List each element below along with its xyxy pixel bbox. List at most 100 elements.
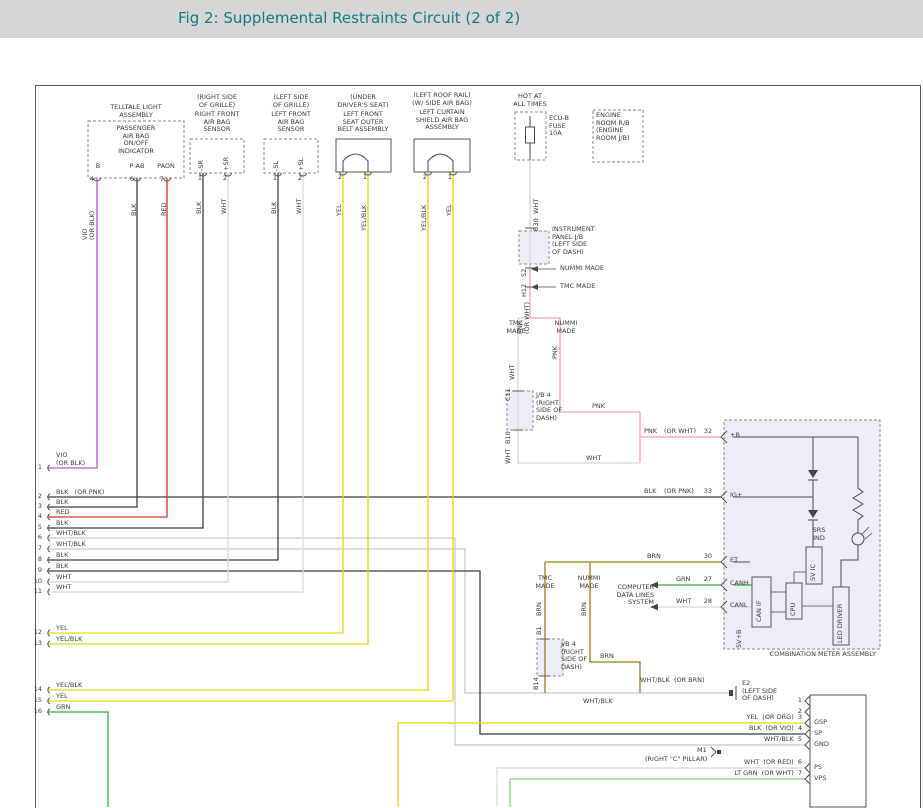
row-label: WHT	[56, 574, 71, 582]
row-number: 9	[28, 567, 42, 575]
pin-number: 1	[194, 175, 202, 183]
ic-5v-label: 5V IC	[810, 564, 817, 581]
wire-label-alt: (OR WHT)	[664, 428, 696, 436]
wire-yelblk-belt	[47, 172, 368, 644]
connector-b10: B10	[505, 431, 512, 444]
wire-label-yel: YEL	[336, 204, 343, 216]
wire-label: WHT	[676, 598, 691, 606]
telltale-title: TELLTALE LIGHT ASSEMBLY	[88, 104, 184, 119]
rf-sensor-title: RIGHT FRONT AIR BAG SENSOR	[186, 111, 248, 134]
arrow-left-icon	[531, 266, 538, 272]
bottom-right-connector-box	[810, 695, 866, 807]
telltale-desc: PASSENGER AIR BAG ON/OFF INDICATOR	[88, 125, 184, 156]
row-number: 2	[28, 493, 42, 501]
pin-number: 4	[86, 176, 94, 184]
wire-blk-vio	[47, 571, 806, 734]
wire-label-yelblk: YEL/BLK	[421, 205, 428, 231]
row-label: WHT/BLK	[56, 530, 86, 538]
bottom-pin-vps: VPS	[814, 775, 827, 783]
row-number: 1	[28, 464, 42, 472]
nummi-made-header: NUMMI MADE	[572, 575, 606, 590]
telltale-pin-paon: PAON	[155, 163, 177, 171]
pin-number: 2	[294, 175, 302, 183]
row-number: 12	[28, 629, 42, 637]
row-number: 5	[28, 524, 42, 532]
jb4-bottom-box	[537, 639, 563, 676]
seat-belt-squib-symbol	[343, 154, 368, 172]
wire-label-wht: WHT	[509, 365, 516, 380]
row-number: 16	[28, 708, 42, 716]
row-number: 10	[28, 578, 42, 586]
curtain-airbag-box	[414, 139, 470, 172]
wire-label-blk: BLK	[271, 202, 278, 214]
wire-label-blk: BLK	[196, 202, 203, 214]
pin-number: 7	[156, 176, 164, 184]
seat-belt-location: (UNDER DRIVER'S SEAT)	[329, 94, 397, 109]
computer-data-lines-label: COMPUTER DATA LINES SYSTEM	[608, 584, 654, 607]
srs-ind-label: SRS IND	[810, 527, 828, 542]
row-number: 13	[28, 640, 42, 648]
row-number: 3	[28, 503, 42, 511]
wire-label: BLK	[644, 488, 656, 496]
rf-sensor-location: (RIGHT SIDE OF GRILLE)	[186, 94, 248, 109]
row-label: YEL	[56, 693, 68, 701]
meter-pin-name: +B	[730, 432, 740, 440]
led-driver-label: LED DRIVER	[837, 604, 844, 643]
row-label: BLK	[56, 552, 68, 560]
bottom-pin-gsp: GSP	[814, 719, 827, 727]
wire-label-whtblk-orbrn: WHT/BLK (OR BRN)	[640, 677, 705, 685]
bottom-pin-sp: SP	[814, 730, 822, 738]
wire-yel-curtain	[47, 172, 453, 701]
wire-whtblk-gnd	[47, 538, 806, 745]
wire-label-wht: WHT	[221, 199, 228, 214]
row-number: 15	[28, 697, 42, 705]
curtain-title: LEFT CURTAIN SHIELD AIR BAG ASSEMBLY	[406, 109, 478, 132]
curtain-squib-symbol	[428, 154, 453, 172]
lf-sensor-location: (LEFT SIDE OF GRILLE)	[260, 94, 322, 109]
can-if-label: CAN IF	[756, 600, 763, 622]
connector-b14: B14	[533, 677, 540, 690]
wire-label-red: RED	[161, 202, 168, 216]
hot-at-all-times: HOT AT ALL TIMES	[509, 93, 551, 108]
wire-label-alt: (OR PNK)	[664, 488, 694, 496]
lf-pin-plus: +SL	[298, 158, 305, 171]
fuse-name: ECU-B FUSE 10A	[549, 115, 569, 138]
ground-e2-symbol	[729, 686, 736, 700]
right-c-pillar-note: (RIGHT "C" PILLAR)	[645, 756, 707, 764]
wire-grn	[47, 712, 108, 807]
combination-meter-title: COMBINATION METER ASSEMBLY	[724, 651, 876, 659]
pin-number: 6	[126, 176, 134, 184]
pin-number: 1	[359, 174, 367, 182]
row-label: YEL/BLK	[56, 636, 82, 644]
m1-connector-symbol	[711, 747, 721, 757]
row-label: YEL/BLK	[56, 682, 82, 690]
wire-yel-belt	[47, 172, 343, 633]
pin-number: 30	[702, 553, 712, 561]
pin-number: 2	[219, 175, 227, 183]
pin-number: 1	[444, 174, 452, 182]
meter-5vb-label: 5V+B	[736, 630, 743, 649]
wire-yelblk-curtain	[47, 172, 428, 690]
bottom-pin-gnd: GND	[814, 741, 829, 749]
wire-label-wht: WHT	[533, 199, 540, 214]
bottom-pin-ps: PS	[814, 764, 822, 772]
pin-number: 2	[334, 174, 342, 182]
row-label: BLK	[56, 520, 68, 528]
meter-pin-name: IG+	[730, 492, 742, 500]
rf-pin-plus: +SR	[223, 157, 230, 171]
pin-number: 33	[702, 488, 712, 496]
row-number: 11	[28, 588, 42, 596]
lf-pin-minus: -SL	[273, 161, 280, 171]
row-number: 8	[28, 556, 42, 564]
nummi-made-note: NUMMI MADE	[560, 265, 604, 273]
instrument-panel-jb-box	[519, 231, 549, 264]
wire-label-blk-orvio: BLK (OR VIO) 4	[734, 725, 802, 733]
pin-number: 27	[702, 576, 712, 584]
row-number: 7	[28, 545, 42, 553]
nummi-made-header: NUMMI MADE	[549, 320, 583, 335]
seat-belt-title: LEFT FRONT SEAT OUTER BELT ASSEMBLY	[329, 111, 397, 134]
wire-label-brn: BRN	[536, 602, 543, 616]
pin-number: 1	[792, 697, 802, 705]
wire-label-pnk: PNK	[592, 403, 605, 411]
row-label: BLK	[56, 499, 68, 507]
